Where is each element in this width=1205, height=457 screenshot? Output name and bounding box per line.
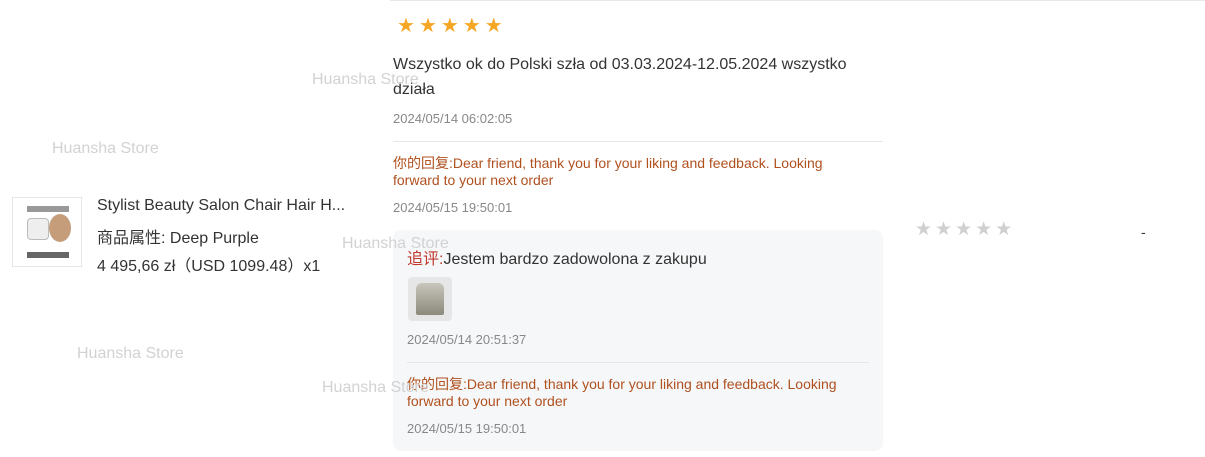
reply-text: Dear friend, thank you for your liking a… xyxy=(407,376,837,409)
star-icon: ★ xyxy=(955,219,973,240)
thumbnail-detail xyxy=(27,218,49,240)
star-icon: ★ xyxy=(975,219,993,240)
reply-label: 你的回复: xyxy=(393,155,453,171)
followup-label: 追评: xyxy=(407,251,444,268)
reply-date: 2024/05/15 19:50:01 xyxy=(393,200,513,215)
product-name[interactable]: Stylist Beauty Salon Chair Hair H... xyxy=(97,197,357,215)
thumbnail-detail xyxy=(49,214,71,242)
reply-label: 你的回复: xyxy=(407,376,467,392)
thumbnail-detail xyxy=(27,206,69,212)
followup-date: 2024/05/14 20:51:37 xyxy=(407,332,527,347)
product-thumbnail[interactable] xyxy=(12,197,82,267)
followup-content: Jestem bardzo zadowolona z zakupu xyxy=(443,251,707,268)
star-icon: ★ xyxy=(915,219,933,240)
followup-text: 追评:Jestem bardzo zadowolona z zakupu xyxy=(407,245,707,269)
photo-content xyxy=(416,283,444,315)
reply-date: 2024/05/15 19:50:01 xyxy=(407,421,527,436)
star-icon: ★ xyxy=(995,219,1013,240)
watermark: Huansha Store xyxy=(52,140,159,157)
star-icon: ★ xyxy=(418,15,437,37)
divider xyxy=(393,141,883,142)
review-rating: ★ ★ ★ ★ ★ xyxy=(397,16,503,36)
seller-rating: ★ ★ ★ ★ ★ xyxy=(915,220,1012,240)
product-attribute: 商品属性: Deep Purple xyxy=(97,230,259,247)
seller-rating-value: - xyxy=(1141,224,1146,240)
seller-reply: 你的回复:Dear friend, thank you for your lik… xyxy=(407,376,869,410)
star-icon: ★ xyxy=(484,15,503,37)
watermark: Huansha Store xyxy=(77,345,184,362)
review-text: Wszystko ok do Polski szła od 03.03.2024… xyxy=(393,56,847,98)
seller-reply: 你的回复:Dear friend, thank you for your lik… xyxy=(393,155,863,189)
review-photo[interactable] xyxy=(408,277,452,321)
review-date: 2024/05/14 06:02:05 xyxy=(393,111,513,126)
followup-review: 追评:Jestem bardzo zadowolona z zakupu 202… xyxy=(393,230,883,451)
star-icon: ★ xyxy=(440,15,459,37)
top-border xyxy=(390,0,1205,1)
reply-text: Dear friend, thank you for your liking a… xyxy=(393,155,823,188)
product-price: 4 495,66 zł（USD 1099.48）x1 xyxy=(97,258,321,275)
star-icon: ★ xyxy=(935,219,953,240)
star-icon: ★ xyxy=(397,15,415,37)
thumbnail-detail xyxy=(27,252,69,258)
star-icon: ★ xyxy=(462,15,481,37)
divider xyxy=(407,362,869,363)
